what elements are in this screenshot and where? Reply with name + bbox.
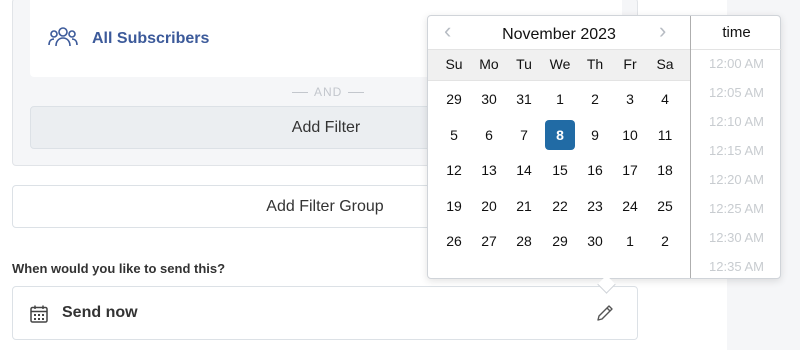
weekday-label: Tu: [516, 56, 532, 72]
time-option[interactable]: 12:05 AM: [691, 85, 782, 100]
time-option[interactable]: 12:10 AM: [691, 114, 782, 129]
and-separator: AND: [286, 85, 370, 99]
calendar-day[interactable]: 19: [439, 191, 469, 221]
weekday-label: Th: [586, 56, 604, 72]
calendar-day[interactable]: 11: [650, 120, 680, 150]
weekday-header: Su Mo Tu We Th Fr Sa: [428, 49, 690, 81]
calendar-day[interactable]: 17: [615, 155, 645, 185]
datetime-picker-popup: ‹ November 2023 › Su Mo Tu We Th Fr Sa 29 30 31 1…: [427, 15, 782, 294]
calendar-day[interactable]: 1: [545, 84, 575, 114]
calendar-day[interactable]: 14: [509, 155, 539, 185]
calendar-day[interactable]: 31: [509, 84, 539, 114]
calendar-day[interactable]: 30: [580, 226, 610, 256]
calendar-header: ‹ November 2023 ›: [428, 16, 690, 50]
users-icon: [48, 27, 78, 47]
weekday-label: Fr: [623, 56, 637, 72]
weekday-label: We: [549, 56, 571, 72]
weekday-label: Sa: [656, 56, 674, 72]
time-list[interactable]: 12:00 AM 12:05 AM 12:10 AM 12:15 AM 12:20 AM…: [691, 49, 782, 278]
send-time-field[interactable]: Send now: [12, 286, 638, 340]
calendar-day[interactable]: 7: [509, 120, 539, 150]
calendar-day[interactable]: 10: [615, 120, 645, 150]
weekday-label: Mo: [479, 56, 499, 72]
send-time-question: When would you like to send this?: [12, 261, 226, 276]
calendar-day[interactable]: 30: [474, 84, 504, 114]
calendar-day[interactable]: 21: [509, 191, 539, 221]
calendar-day[interactable]: 25: [650, 191, 680, 221]
time-column: time 12:00 AM 12:05 AM 12:10 AM 12:15 AM 12:…: [690, 16, 782, 278]
calendar-day[interactable]: 29: [439, 84, 469, 114]
calendar-day[interactable]: 22: [545, 191, 575, 221]
calendar-day[interactable]: 23: [580, 191, 610, 221]
time-option[interactable]: 12:20 AM: [691, 172, 782, 187]
calendar-day[interactable]: 6: [474, 120, 504, 150]
calendar-icon: [30, 305, 48, 323]
calendar-day[interactable]: 28: [509, 226, 539, 256]
time-option[interactable]: 12:15 AM: [691, 143, 782, 158]
calendar-day[interactable]: 24: [615, 191, 645, 221]
time-option[interactable]: 12:00 AM: [691, 56, 782, 71]
calendar-day-selected[interactable]: 8: [545, 119, 575, 150]
calendar-day[interactable]: 4: [650, 84, 680, 114]
calendar-day[interactable]: 5: [439, 120, 469, 150]
weekday-label: Su: [445, 56, 463, 72]
calendar-day[interactable]: 13: [474, 155, 504, 185]
calendar-day[interactable]: 15: [545, 155, 575, 185]
calendar-day[interactable]: 3: [615, 84, 645, 114]
calendar-day[interactable]: 2: [580, 84, 610, 114]
and-label: AND: [314, 85, 343, 99]
calendar-day[interactable]: 16: [580, 155, 610, 185]
calendar-day[interactable]: 18: [650, 155, 680, 185]
calendar-day[interactable]: 9: [580, 120, 610, 150]
subscribers-label: All Subscribers: [92, 30, 210, 47]
calendar-day[interactable]: 27: [474, 226, 504, 256]
calendar-day[interactable]: 29: [545, 226, 575, 256]
pencil-icon[interactable]: [595, 303, 615, 323]
calendar-day[interactable]: 26: [439, 226, 469, 256]
calendar-day[interactable]: 2: [650, 226, 680, 256]
calendar-day[interactable]: 20: [474, 191, 504, 221]
next-month-icon[interactable]: ›: [659, 20, 673, 42]
send-time-value: Send now: [62, 304, 138, 321]
month-label: November 2023: [502, 26, 616, 43]
time-option[interactable]: 12:25 AM: [691, 201, 782, 216]
time-header: time: [722, 24, 751, 41]
time-option[interactable]: 12:30 AM: [691, 230, 782, 245]
calendar-day[interactable]: 1: [615, 226, 645, 256]
time-option[interactable]: 12:35 AM: [691, 259, 782, 274]
calendar-day[interactable]: 12: [439, 155, 469, 185]
